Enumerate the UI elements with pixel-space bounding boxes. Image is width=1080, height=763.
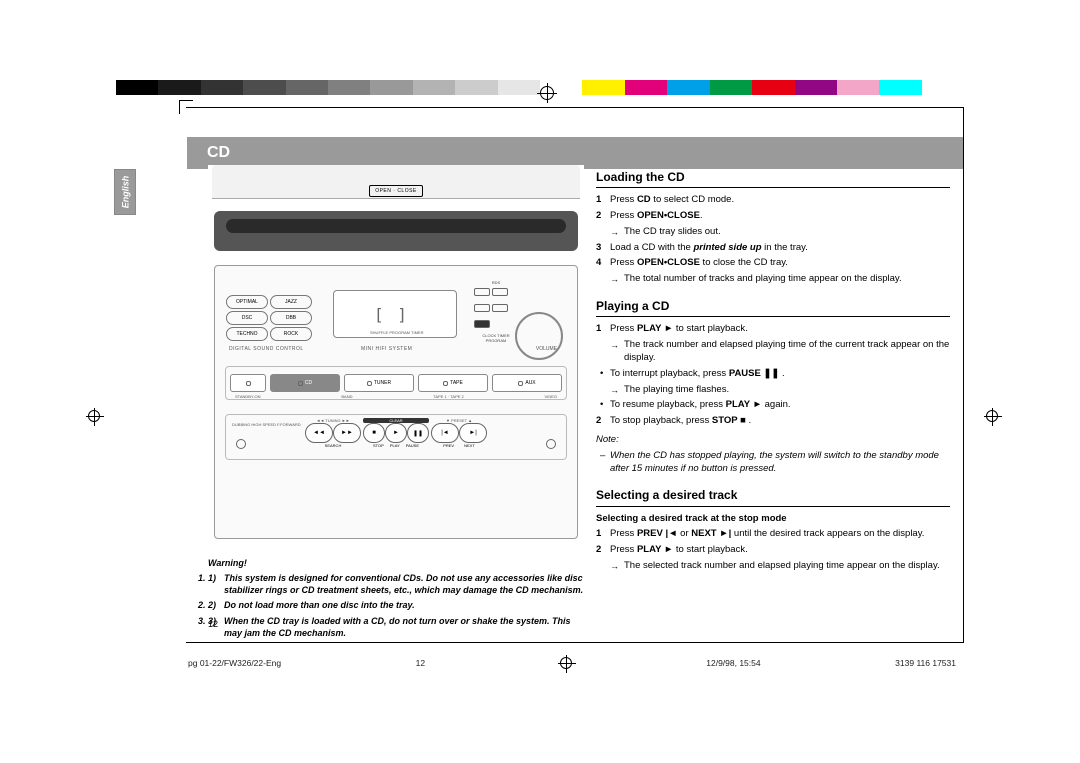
- cd-source-button: CD: [270, 374, 340, 392]
- selecting-heading: Selecting a desired track: [596, 487, 950, 506]
- volume-label: VOLUME: [536, 346, 557, 352]
- next-button: ►|: [459, 423, 487, 443]
- note-body: When the CD has stopped playing, the sys…: [596, 450, 950, 476]
- registration-mark-icon: [986, 410, 998, 422]
- playing-heading: Playing a CD: [596, 298, 950, 317]
- source-sublabels: STANDBY-ON BAND TAPE 1 · TAPE 2 VIDEO: [235, 394, 557, 399]
- list-item: 2Press PLAY ► to start playback.: [596, 544, 950, 557]
- power-button: [230, 374, 266, 392]
- prev-button: |◄: [431, 423, 459, 443]
- instructions-column: Loading the CD 1Press CD to select CD mo…: [596, 169, 950, 576]
- side-buttons: RDS CLOCK TIMER PROGRAM: [473, 280, 519, 343]
- registration-mark-icon: [88, 410, 100, 422]
- warning-block: Warning! 1)This system is designed for c…: [208, 557, 584, 642]
- cd-slot: [214, 211, 578, 251]
- tuner-button: TUNER: [344, 374, 414, 392]
- open-close-button: OPEN · CLOSE: [369, 185, 423, 197]
- list-item: 4Press OPEN•CLOSE to close the CD tray.: [596, 257, 950, 270]
- rewind-button: ◄◄: [305, 423, 333, 443]
- page-number: 12: [208, 619, 218, 629]
- print-footer: pg 01-22/FW326/22-Eng 12 12/9/98, 15:54 …: [188, 653, 956, 673]
- footer-date: 12/9/98, 15:54: [706, 658, 760, 668]
- dsc-buttons: OPTIMALJAZZDSCDBBTECHNOROCK: [225, 294, 321, 342]
- jack-icon: [236, 439, 246, 449]
- page-title: CD: [207, 144, 230, 162]
- list-item: 1Press CD to select CD mode.: [596, 194, 950, 207]
- dsc-label: DIGITAL SOUND CONTROL: [229, 346, 304, 352]
- footer-file: pg 01-22/FW326/22-Eng: [188, 658, 281, 668]
- stop-button: ■: [363, 423, 385, 443]
- sub-heading: Selecting a desired track at the stop mo…: [596, 513, 950, 526]
- volume-knob: [515, 312, 563, 360]
- warning-list: 1)This system is designed for convention…: [208, 572, 584, 639]
- page-frame: CD English OPEN · CLOSE OPTIMALJAZZDSCDB…: [116, 107, 964, 689]
- footer-page: 12: [416, 658, 425, 668]
- hifi-label: MINI HIFI SYSTEM: [361, 346, 412, 352]
- loading-heading: Loading the CD: [596, 169, 950, 188]
- list-item: 1Press PREV |◄ or NEXT ►| until the desi…: [596, 528, 950, 541]
- transport-row: DUBBING HIGH SPEED F.FORWARD ◄◄ TUNING ►…: [225, 414, 567, 460]
- list-item: 1Press PLAY ► to start playback.: [596, 323, 950, 336]
- list-item: 2Press OPEN•CLOSE.: [596, 210, 950, 223]
- headphone-jack-icon: [546, 439, 556, 449]
- warning-heading: Warning!: [208, 557, 584, 569]
- registration-mark-icon: [560, 657, 572, 669]
- language-tab: English: [114, 169, 136, 215]
- list-item: 3Load a CD with the printed side up in t…: [596, 242, 950, 255]
- ffwd-button: ►►: [333, 423, 361, 443]
- pause-button: ❚❚: [407, 423, 429, 443]
- play-button: ►: [385, 423, 407, 443]
- note-heading: Note:: [596, 434, 950, 447]
- registration-mark-icon: [540, 86, 554, 100]
- footer-code: 3139 116 17531: [895, 658, 956, 668]
- tape-button: TAPE: [418, 374, 488, 392]
- lcd-display: [ ] SHUFFLE PROGRAM TIMER: [333, 290, 457, 338]
- list-item: 2To stop playback, press STOP ■ .: [596, 415, 950, 428]
- device-illustration: OPEN · CLOSE OPTIMALJAZZDSCDBBTECHNOROCK…: [208, 165, 584, 545]
- aux-button: AUX: [492, 374, 562, 392]
